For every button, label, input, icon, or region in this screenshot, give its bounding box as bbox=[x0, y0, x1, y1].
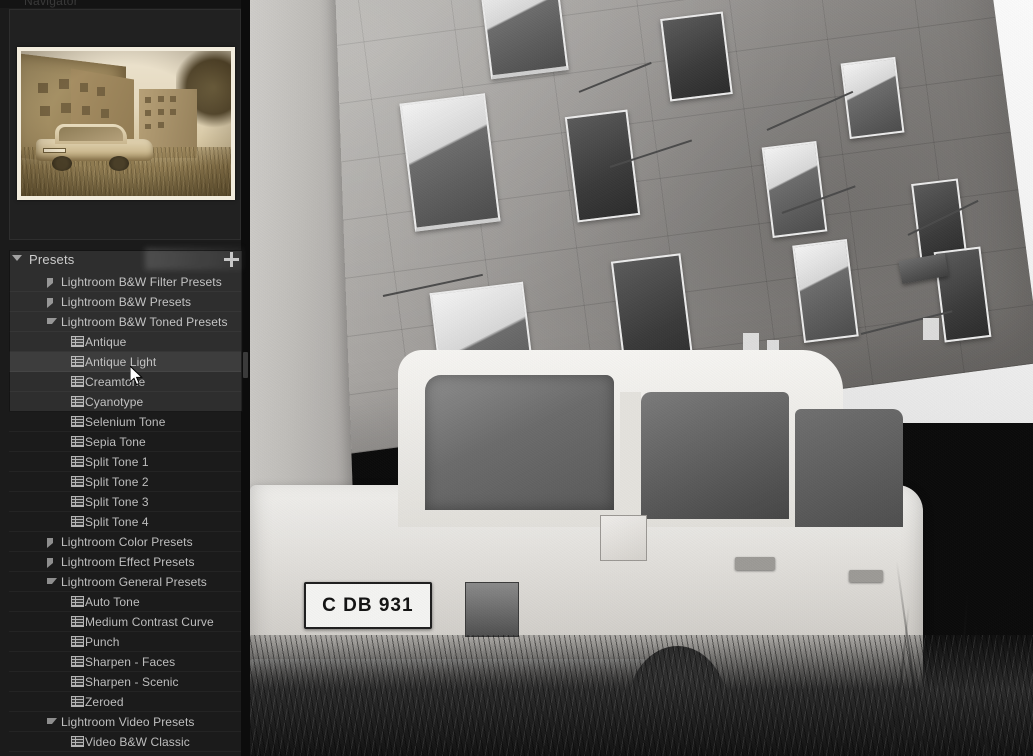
preset-group-label: Lightroom General Presets bbox=[61, 574, 207, 589]
navigator-thumbnail-image bbox=[21, 51, 231, 196]
preset-item-label: Split Tone 1 bbox=[85, 454, 149, 469]
preset-item-row[interactable]: Sepia Tone bbox=[9, 432, 243, 452]
preset-group-label: Lightroom Video Presets bbox=[61, 714, 195, 729]
preset-item-row[interactable]: Video B&W Classic bbox=[9, 732, 243, 752]
preset-group-row[interactable]: Lightroom B&W Toned Presets bbox=[9, 312, 243, 332]
preset-item-label: Sepia Tone bbox=[85, 434, 146, 449]
preset-grid-icon bbox=[71, 636, 84, 647]
license-plate-text: C DB 931 bbox=[322, 594, 414, 616]
preset-item-row[interactable]: Split Tone 2 bbox=[9, 472, 243, 492]
preset-item-label: Antique Light bbox=[85, 354, 157, 369]
triangle-down-icon[interactable] bbox=[47, 718, 57, 727]
preset-item-row[interactable]: Antique bbox=[9, 332, 243, 352]
preset-item-row[interactable]: Split Tone 4 bbox=[9, 512, 243, 532]
preset-item-label: Auto Tone bbox=[85, 594, 140, 609]
preset-grid-icon bbox=[71, 696, 84, 707]
preset-grid-icon bbox=[71, 476, 84, 487]
preset-item-label: Split Tone 3 bbox=[85, 494, 149, 509]
triangle-down-icon[interactable] bbox=[47, 318, 57, 327]
preset-grid-icon bbox=[71, 436, 84, 447]
preset-group-row[interactable]: Lightroom B&W Presets bbox=[9, 292, 243, 312]
preset-grid-icon bbox=[71, 396, 84, 407]
preset-item-label: Cyanotype bbox=[85, 394, 144, 409]
preset-item-row[interactable]: Selenium Tone bbox=[9, 412, 243, 432]
preset-item-label: Antique bbox=[85, 334, 127, 349]
preset-group-row[interactable]: Lightroom Video Presets bbox=[9, 712, 243, 732]
clipped-panel-title: Navigator bbox=[24, 0, 79, 8]
preset-grid-icon bbox=[71, 456, 84, 467]
preset-item-row[interactable]: Sharpen - Faces bbox=[9, 652, 243, 672]
preset-item-row[interactable]: Antique Light bbox=[9, 352, 243, 372]
navigator-thumbnail-frame[interactable] bbox=[17, 47, 235, 200]
lightroom-develop-window: Navigator Presets Lightroom B&W Filter P… bbox=[0, 0, 1033, 756]
preset-item-row[interactable]: Medium Contrast Curve bbox=[9, 612, 243, 632]
preset-item-row[interactable]: Cyanotype bbox=[9, 392, 243, 412]
preset-item-row[interactable]: Split Tone 1 bbox=[9, 452, 243, 472]
preset-item-row[interactable]: Creamtone bbox=[9, 372, 243, 392]
preset-item-row[interactable]: Punch bbox=[9, 632, 243, 652]
triangle-right-icon[interactable] bbox=[47, 538, 56, 548]
preset-group-label: Lightroom B&W Presets bbox=[61, 294, 192, 309]
presets-panel-header[interactable]: Presets bbox=[0, 248, 250, 270]
preset-grid-icon bbox=[71, 376, 84, 387]
preset-group-row[interactable]: Lightroom B&W Filter Presets bbox=[9, 272, 243, 292]
preset-item-label: Creamtone bbox=[85, 374, 146, 389]
preset-grid-icon bbox=[71, 496, 84, 507]
preset-item-label: Zeroed bbox=[85, 694, 124, 709]
panel-resize-handle[interactable] bbox=[243, 352, 248, 378]
preset-item-row[interactable]: Sharpen - Scenic bbox=[9, 672, 243, 692]
license-plate: C DB 931 bbox=[303, 582, 432, 629]
image-stage[interactable]: C DB 931 bbox=[250, 0, 1033, 756]
preset-item-label: Sharpen - Scenic bbox=[85, 674, 179, 689]
preset-grid-icon bbox=[71, 656, 84, 667]
navigator-panel[interactable] bbox=[9, 9, 241, 240]
preset-item-label: Medium Contrast Curve bbox=[85, 614, 214, 629]
preset-grid-icon bbox=[71, 416, 84, 427]
preset-group-label: Lightroom B&W Toned Presets bbox=[61, 314, 228, 329]
main-photo: C DB 931 bbox=[250, 0, 1033, 756]
preset-group-label: Lightroom B&W Filter Presets bbox=[61, 274, 222, 289]
panel-divider bbox=[241, 0, 250, 756]
preset-item-label: Split Tone 4 bbox=[85, 514, 149, 529]
preset-grid-icon bbox=[71, 516, 84, 527]
preset-item-row[interactable]: Split Tone 3 bbox=[9, 492, 243, 512]
preset-grid-icon bbox=[71, 736, 84, 747]
triangle-right-icon[interactable] bbox=[47, 278, 56, 288]
left-panel: Navigator Presets Lightroom B&W Filter P… bbox=[0, 0, 250, 756]
preset-group-row[interactable]: Lightroom Color Presets bbox=[9, 532, 243, 552]
preset-group-row[interactable]: Lightroom Effect Presets bbox=[9, 552, 243, 572]
preset-item-label: Selenium Tone bbox=[85, 414, 166, 429]
preset-item-row[interactable]: Auto Tone bbox=[9, 592, 243, 612]
preset-item-label: Sharpen - Faces bbox=[85, 654, 176, 669]
preset-item-label: Video B&W Classic bbox=[85, 734, 190, 749]
triangle-right-icon[interactable] bbox=[47, 558, 56, 568]
preset-grid-icon bbox=[71, 336, 84, 347]
add-preset-button[interactable] bbox=[224, 252, 239, 267]
preset-item-label: Split Tone 2 bbox=[85, 474, 149, 489]
preset-item-row[interactable]: Zeroed bbox=[9, 692, 243, 712]
preset-group-row[interactable]: Lightroom General Presets bbox=[9, 572, 243, 592]
preset-item-label: Punch bbox=[85, 634, 120, 649]
preset-grid-icon bbox=[71, 676, 84, 687]
preset-grid-icon bbox=[71, 616, 84, 627]
presets-panel-title: Presets bbox=[29, 251, 75, 267]
preset-grid-icon bbox=[71, 356, 84, 367]
preset-group-label: Lightroom Effect Presets bbox=[61, 554, 195, 569]
presets-disclosure-icon[interactable] bbox=[12, 254, 22, 264]
preset-grid-icon bbox=[71, 596, 84, 607]
triangle-down-icon[interactable] bbox=[47, 578, 57, 587]
presets-tree[interactable]: Lightroom B&W Filter Presets Lightroom B&… bbox=[9, 272, 243, 756]
triangle-right-icon[interactable] bbox=[47, 298, 56, 308]
preset-group-label: Lightroom Color Presets bbox=[61, 534, 193, 549]
